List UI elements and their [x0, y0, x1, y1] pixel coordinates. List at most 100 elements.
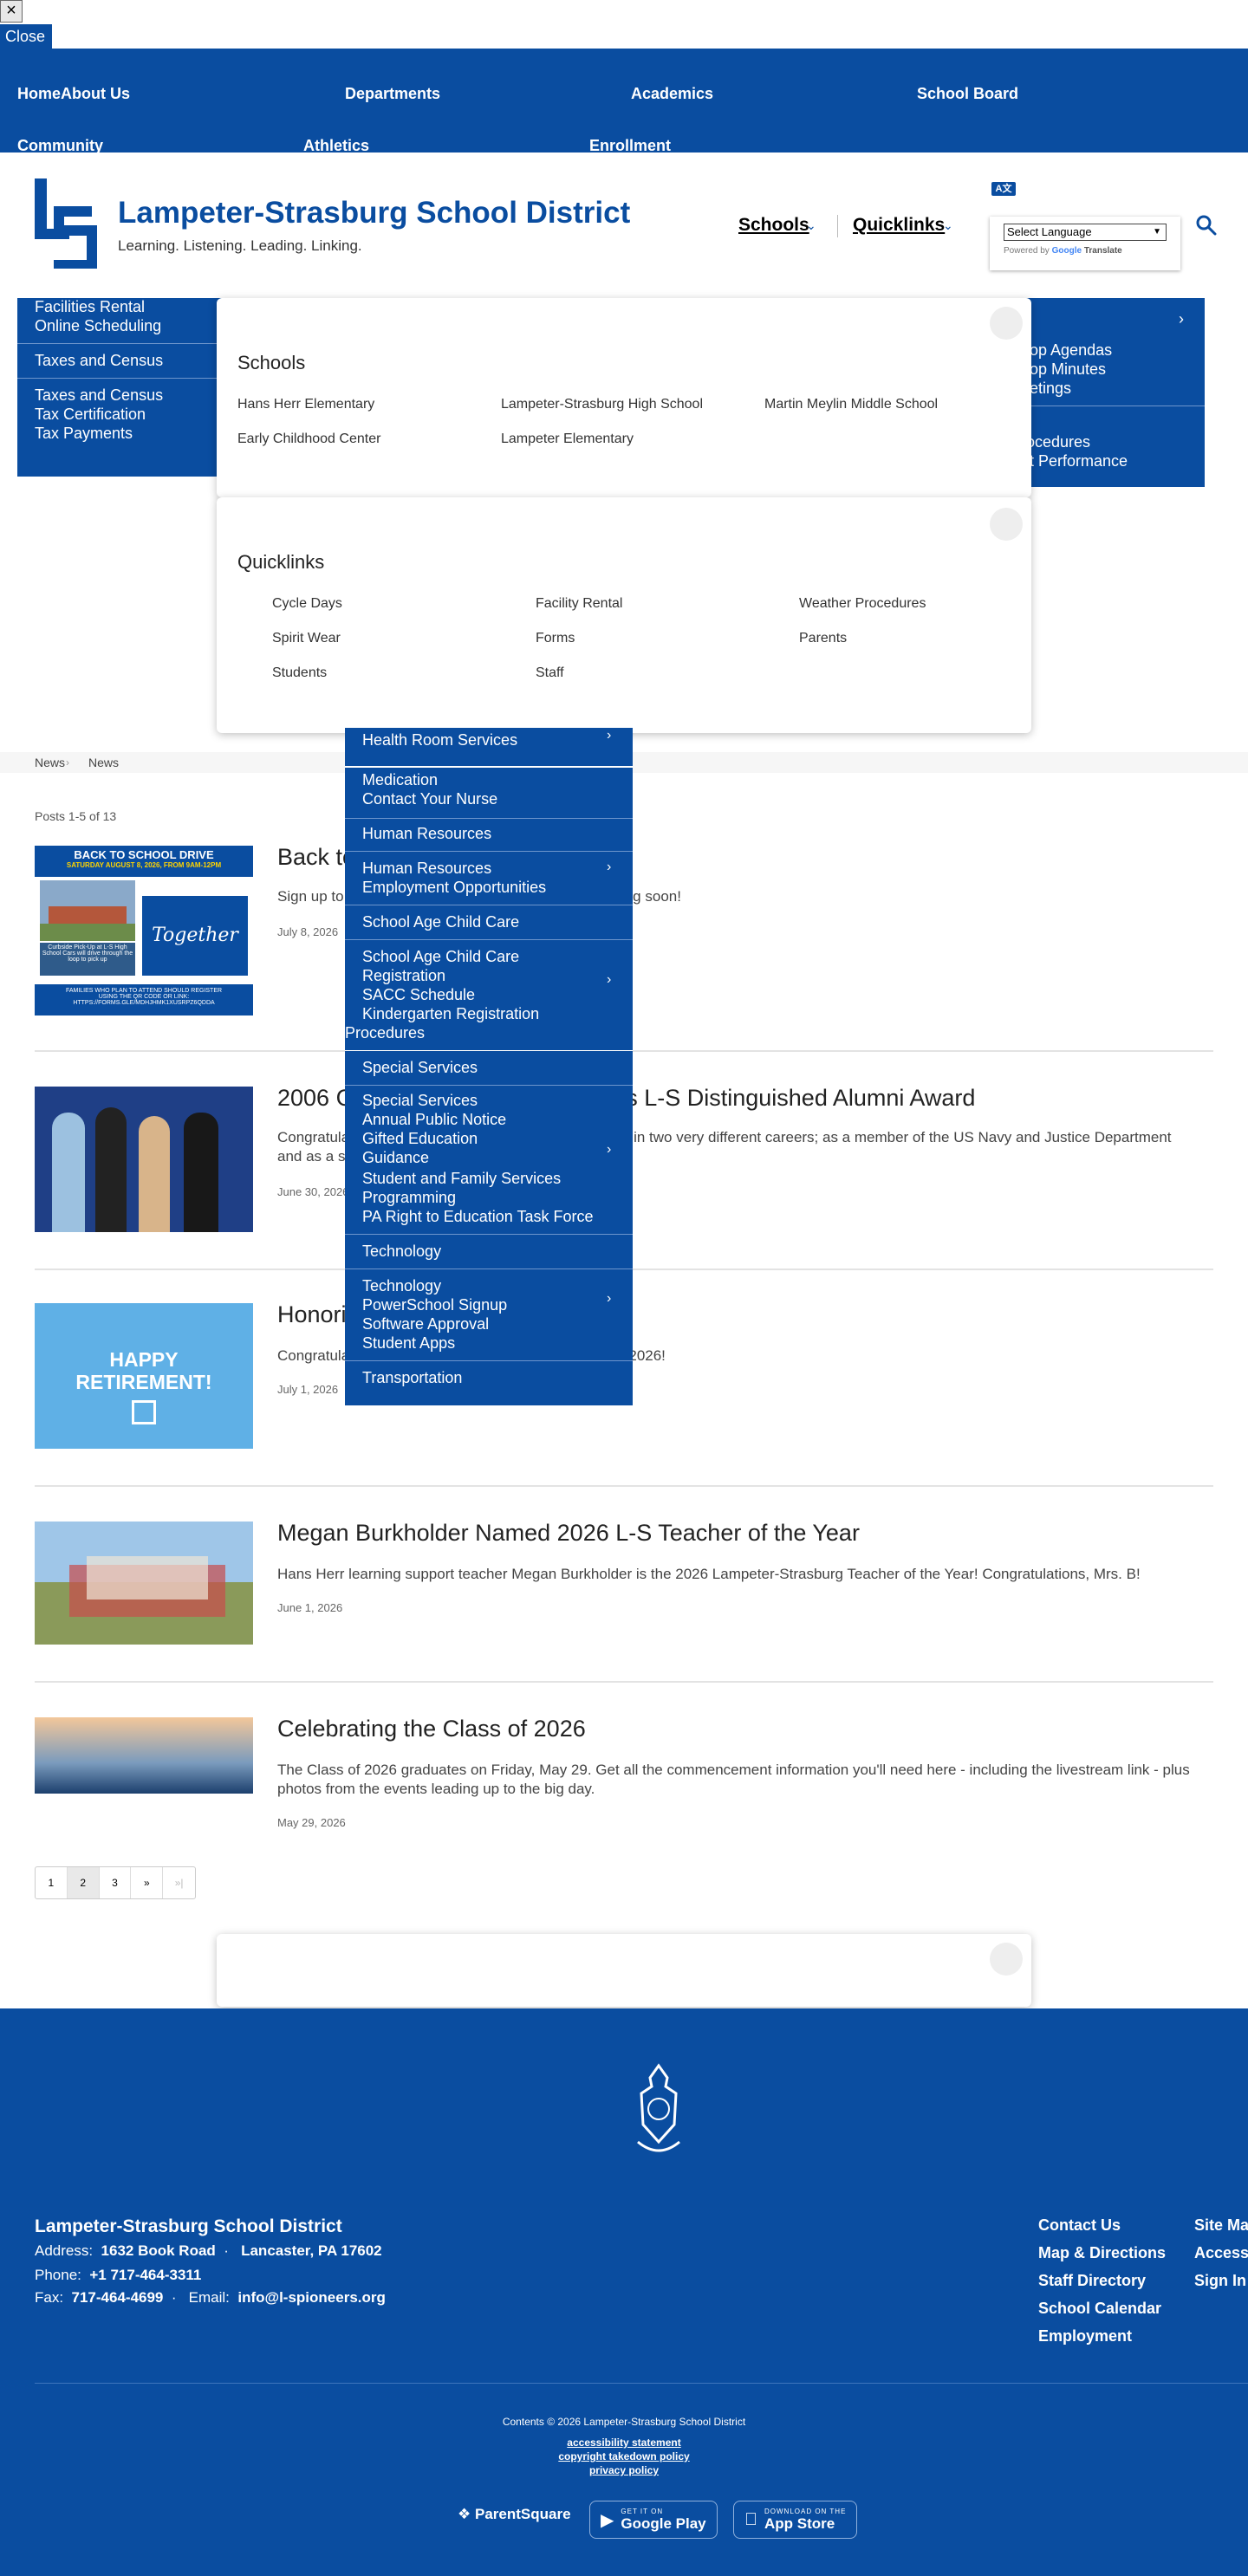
close-menu-button[interactable]: Close — [0, 24, 52, 49]
nav-academics[interactable]: Academics — [631, 85, 713, 103]
menu-special-services[interactable]: Special Services — [362, 1059, 478, 1077]
popup-close-button[interactable] — [990, 1943, 1023, 1976]
menu-employment-opportunities[interactable]: Employment Opportunities — [362, 879, 546, 897]
menu-technology-sub[interactable]: Technology — [362, 1277, 441, 1295]
menu-software-approval[interactable]: Software Approval — [362, 1315, 489, 1333]
footer-site-map[interactable]: Site Ma — [1194, 2216, 1248, 2235]
app-store-badge[interactable]:  DOWNLOAD ON THEApp Store — [733, 2501, 858, 2539]
post-image-nate-fox[interactable] — [35, 1087, 253, 1232]
quicklink-students[interactable]: Students — [272, 665, 327, 681]
district-logo[interactable] — [33, 178, 97, 269]
nav-school-board[interactable]: School Board — [917, 85, 1018, 103]
search-icon[interactable] — [1194, 213, 1219, 237]
footer-phone-link[interactable]: +1 717-464-3311 — [89, 2267, 201, 2283]
quicklinks-menu-button[interactable]: Quicklinks — [853, 215, 945, 236]
menu-tax-payments[interactable]: Tax Payments — [35, 425, 133, 443]
last-page-button[interactable]: »| — [163, 1867, 195, 1898]
nav-athletics[interactable]: Athletics — [303, 137, 369, 155]
menu-taxes-census-sub[interactable]: Taxes and Census — [35, 386, 163, 405]
school-link-martin-meylin[interactable]: Martin Meylin Middle School — [764, 397, 938, 412]
menu-powerschool-signup[interactable]: PowerSchool Signup — [362, 1296, 507, 1314]
quicklink-facility-rental[interactable]: Facility Rental — [536, 596, 622, 612]
schools-menu-button[interactable]: Schools — [738, 215, 809, 236]
footer-employment[interactable]: Employment — [1038, 2327, 1132, 2346]
school-link-early-childhood[interactable]: Early Childhood Center — [237, 431, 380, 447]
quicklink-weather-procedures[interactable]: Weather Procedures — [799, 596, 926, 612]
post-title[interactable]: Celebrating the Class of 2026 — [277, 1716, 586, 1742]
menu-sacc-schedule[interactable]: SACC Schedule — [362, 986, 475, 1004]
privacy-policy-link[interactable]: privacy policy — [0, 2464, 1248, 2476]
menu-kindergarten-registration[interactable]: Kindergarten Registration — [362, 1005, 539, 1023]
nav-home-about[interactable]: HomeAbout Us — [17, 85, 130, 103]
menu-guidance[interactable]: Guidance — [362, 1149, 429, 1167]
menu-health-room-services[interactable]: Health Room Services — [362, 731, 517, 749]
menu-procedures[interactable]: rocedures — [1021, 433, 1090, 451]
parentsquare-link[interactable]: ❖ ParentSquare — [458, 2506, 571, 2523]
footer-contact-us[interactable]: Contact Us — [1038, 2216, 1121, 2235]
accessibility-statement-link[interactable]: accessibility statement — [0, 2436, 1248, 2449]
copyright-takedown-link[interactable]: copyright takedown policy — [0, 2450, 1248, 2462]
menu-registration[interactable]: Registration — [362, 967, 445, 985]
quicklink-forms[interactable]: Forms — [536, 631, 575, 646]
menu-transportation[interactable]: Transportation — [362, 1369, 462, 1387]
menu-facilities-rental[interactable]: Facilities Rental — [35, 298, 145, 316]
footer-sign-in[interactable]: Sign In — [1194, 2272, 1246, 2290]
site-title[interactable]: Lampeter-Strasburg School District — [118, 196, 630, 230]
nav-enrollment[interactable]: Enrollment — [589, 137, 671, 155]
footer-accessibility[interactable]: Accessi — [1194, 2244, 1248, 2262]
post-image-back-to-school[interactable]: BACK TO SCHOOL DRIVE SATURDAY AUGUST 8, … — [35, 846, 253, 1015]
footer-school-calendar[interactable]: School Calendar — [1038, 2300, 1161, 2318]
menu-tax-certification[interactable]: Tax Certification — [35, 406, 146, 424]
menu-taxes-census[interactable]: Taxes and Census — [35, 352, 163, 370]
menu-hop-agendas[interactable]: hop Agendas — [1021, 341, 1112, 360]
menu-student-family-services[interactable]: Student and Family Services — [362, 1170, 561, 1188]
post-image-retirement[interactable]: HAPPY RETIREMENT! — [35, 1303, 253, 1449]
menu-procedures[interactable]: Procedures — [345, 1024, 425, 1042]
next-page-button[interactable]: » — [131, 1867, 164, 1898]
page-2-button[interactable]: 2 — [67, 1867, 100, 1898]
menu-hop-minutes[interactable]: hop Minutes — [1021, 360, 1106, 379]
quicklink-parents[interactable]: Parents — [799, 631, 847, 646]
post-image-class-of-2026[interactable] — [35, 1717, 253, 1794]
menu-pa-right-to-education[interactable]: PA Right to Education Task Force — [362, 1208, 593, 1226]
language-select[interactable]: Select Language ▼ — [1004, 224, 1167, 241]
popup-close-button[interactable] — [990, 508, 1023, 541]
page-1-button[interactable]: 1 — [36, 1867, 68, 1898]
menu-contact-nurse[interactable]: Contact Your Nurse — [362, 790, 497, 808]
powered-by-text: Powered by Google Translate — [1004, 246, 1122, 256]
post-title[interactable]: Megan Burkholder Named 2026 L-S Teacher … — [277, 1520, 860, 1547]
translate-link[interactable]: Translate — [1084, 246, 1122, 256]
menu-gifted-education[interactable]: Gifted Education — [362, 1130, 478, 1148]
menu-human-resources-sub[interactable]: Human Resources — [362, 860, 491, 878]
school-link-lampeter-elementary[interactable]: Lampeter Elementary — [501, 431, 634, 447]
menu-sacc-sub[interactable]: School Age Child Care — [362, 948, 519, 966]
menu-annual-public-notice[interactable]: Annual Public Notice — [362, 1111, 506, 1129]
menu-human-resources[interactable]: Human Resources — [362, 825, 491, 843]
post-image-teacher-of-year[interactable] — [35, 1522, 253, 1645]
nav-departments[interactable]: Departments — [345, 85, 440, 103]
menu-school-age-child-care[interactable]: School Age Child Care — [362, 913, 519, 931]
menu-performance[interactable]: nt Performance — [1021, 452, 1128, 470]
popup-close-button[interactable] — [990, 307, 1023, 340]
school-link-high-school[interactable]: Lampeter-Strasburg High School — [501, 397, 703, 412]
close-x-button[interactable]: × — [0, 0, 23, 23]
page-3-button[interactable]: 3 — [100, 1867, 132, 1898]
school-link-hans-herr[interactable]: Hans Herr Elementary — [237, 397, 374, 412]
menu-special-services-sub[interactable]: Special Services — [362, 1092, 478, 1110]
quicklink-spirit-wear[interactable]: Spirit Wear — [272, 631, 341, 646]
menu-programming[interactable]: Programming — [362, 1189, 456, 1207]
breadcrumb-news-link[interactable]: News — [35, 752, 65, 773]
footer-staff-directory[interactable]: Staff Directory — [1038, 2272, 1146, 2290]
footer-email-link[interactable]: info@l-spioneers.org — [237, 2289, 386, 2306]
quicklink-staff[interactable]: Staff — [536, 665, 564, 681]
footer-map-directions[interactable]: Map & Directions — [1038, 2244, 1166, 2262]
post-summary: Hans Herr learning support teacher Megan… — [277, 1566, 1141, 1582]
google-play-badge[interactable]: ▶ GET IT ON Google Play — [589, 2501, 718, 2539]
nav-community[interactable]: Community — [17, 137, 103, 155]
quicklink-cycle-days[interactable]: Cycle Days — [272, 596, 342, 612]
menu-medication[interactable]: Medication — [362, 771, 438, 789]
translate-icon[interactable]: A文 — [991, 182, 1016, 196]
menu-online-scheduling[interactable]: Online Scheduling — [35, 317, 161, 335]
menu-technology[interactable]: Technology — [362, 1243, 441, 1261]
menu-student-apps[interactable]: Student Apps — [362, 1334, 455, 1353]
